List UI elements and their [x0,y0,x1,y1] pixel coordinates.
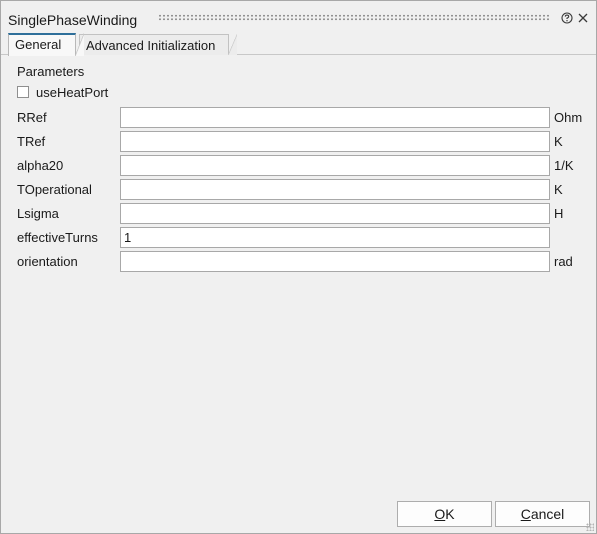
param-input-effective-turns[interactable] [120,227,550,248]
param-unit-orientation: rad [554,254,573,269]
ok-button[interactable]: OK [397,501,492,527]
param-row-rref: RRef Ohm [1,107,596,128]
param-row-orientation: orientation rad [1,251,596,272]
param-row-alpha20: alpha20 1/K [1,155,596,176]
tab-bar: General Advanced Initialization [1,31,596,56]
title-bar[interactable]: SinglePhaseWinding [1,1,596,31]
param-input-toperational[interactable] [120,179,550,200]
window-title: SinglePhaseWinding [8,12,138,28]
param-name-tref: TRef [17,134,46,149]
param-input-tref[interactable] [120,131,550,152]
cancel-button-label-rest: ancel [530,506,565,522]
param-name-rref: RRef [17,110,47,125]
param-name-orientation: orientation [17,254,78,269]
ok-button-mnemonic: O [434,506,446,522]
tab-advanced-initialization-label: Advanced Initialization [86,38,216,53]
param-unit-alpha20: 1/K [554,158,574,173]
param-name-lsigma: Lsigma [17,206,59,221]
param-unit-lsigma: H [554,206,564,221]
tab-general[interactable]: General [8,33,84,56]
question-circle-icon[interactable] [560,11,574,25]
ok-button-label-rest: K [445,506,455,522]
dialog-window: SinglePhaseWinding General Advanced Init… [0,0,597,534]
parameters-heading: Parameters [17,64,85,79]
tab-advanced-initialization[interactable]: Advanced Initialization [79,34,237,55]
cancel-button[interactable]: Cancel [495,501,590,527]
param-row-toperational: TOperational K [1,179,596,200]
param-unit-rref: Ohm [554,110,583,125]
param-unit-toperational: K [554,182,563,197]
param-row-effective-turns: effectiveTurns [1,227,596,248]
general-tab-panel: Parameters useHeatPort RRef Ohm TRef K a… [1,55,596,495]
param-name-alpha20: alpha20 [17,158,64,173]
close-icon[interactable] [576,11,590,25]
resize-grip[interactable] [586,523,594,531]
drag-grip[interactable] [158,14,550,21]
tab-general-label: General [15,37,62,52]
param-row-tref: TRef K [1,131,596,152]
param-input-lsigma[interactable] [120,203,550,224]
param-row-lsigma: Lsigma H [1,203,596,224]
use-heat-port-label[interactable]: useHeatPort [36,85,108,100]
param-name-effective-turns: effectiveTurns [17,230,98,245]
param-name-toperational: TOperational [17,182,92,197]
param-input-alpha20[interactable] [120,155,550,176]
use-heat-port-checkbox[interactable] [17,86,29,98]
param-input-rref[interactable] [120,107,550,128]
param-input-orientation[interactable] [120,251,550,272]
cancel-button-mnemonic: C [520,506,531,522]
param-unit-tref: K [554,134,563,149]
